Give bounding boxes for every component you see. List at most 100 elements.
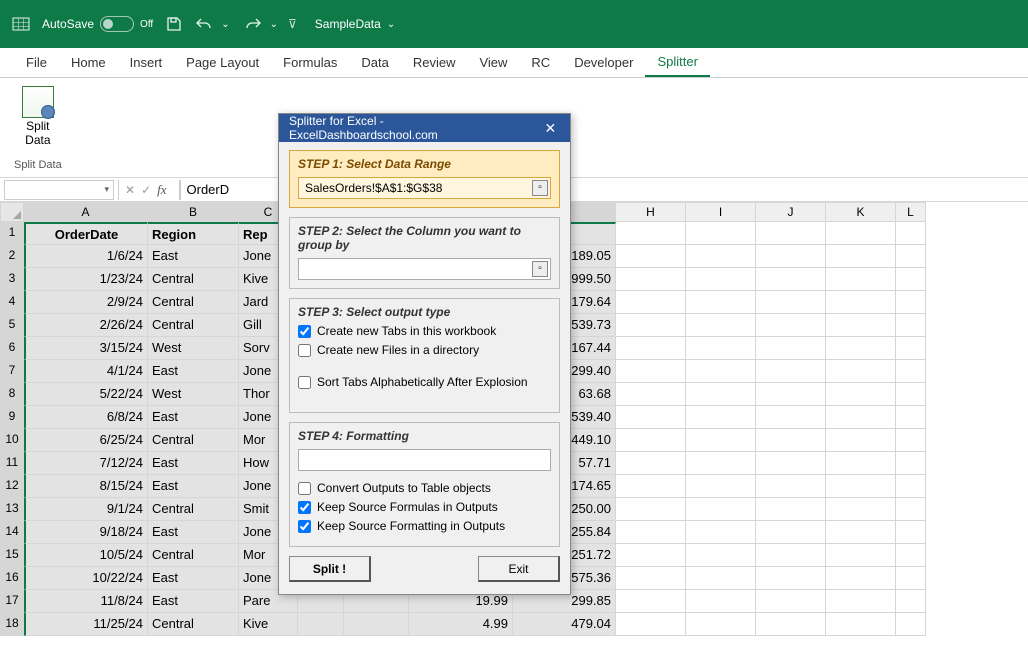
col-J[interactable]: J bbox=[756, 202, 826, 222]
cell[interactable] bbox=[616, 245, 686, 268]
cell[interactable]: 10/22/24 bbox=[24, 567, 148, 590]
cell[interactable]: 11/25/24 bbox=[24, 613, 148, 636]
undo-icon[interactable] bbox=[191, 11, 217, 37]
tab-developer[interactable]: Developer bbox=[562, 49, 645, 76]
close-button[interactable]: ✕ bbox=[531, 114, 570, 142]
cell[interactable] bbox=[826, 452, 896, 475]
tab-view[interactable]: View bbox=[467, 49, 519, 76]
tab-page-layout[interactable]: Page Layout bbox=[174, 49, 271, 76]
qat-overflow-icon[interactable]: ⊽ bbox=[288, 17, 297, 31]
select-all-corner[interactable] bbox=[0, 202, 24, 222]
cell[interactable] bbox=[616, 314, 686, 337]
cell[interactable] bbox=[616, 567, 686, 590]
cell[interactable]: OrderDate bbox=[24, 222, 148, 245]
cell[interactable] bbox=[826, 291, 896, 314]
cell[interactable] bbox=[826, 383, 896, 406]
cell[interactable] bbox=[686, 222, 756, 245]
cell[interactable] bbox=[616, 383, 686, 406]
cell[interactable] bbox=[756, 337, 826, 360]
split-data-button[interactable]: Split Data bbox=[18, 84, 58, 150]
data-range-input[interactable]: SalesOrders!$A$1:$G$38 ▫ bbox=[298, 177, 551, 199]
cell[interactable] bbox=[616, 590, 686, 613]
redo-icon[interactable] bbox=[240, 11, 266, 37]
formatting-input[interactable] bbox=[298, 449, 551, 471]
cell[interactable] bbox=[686, 452, 756, 475]
filename[interactable]: SampleData ⌄ bbox=[315, 17, 395, 31]
cell[interactable] bbox=[756, 452, 826, 475]
col-H[interactable]: H bbox=[616, 202, 686, 222]
row-header[interactable]: 10 bbox=[0, 429, 24, 452]
row-header[interactable]: 18 bbox=[0, 613, 24, 636]
chk-create-files[interactable]: Create new Files in a directory bbox=[298, 343, 551, 357]
cell[interactable] bbox=[896, 314, 926, 337]
tab-file[interactable]: File bbox=[14, 49, 59, 76]
cell[interactable]: Central bbox=[148, 498, 239, 521]
cell[interactable] bbox=[756, 268, 826, 291]
tab-insert[interactable]: Insert bbox=[118, 49, 175, 76]
cell[interactable]: East bbox=[148, 406, 239, 429]
cell[interactable] bbox=[826, 590, 896, 613]
cell[interactable] bbox=[686, 337, 756, 360]
cell[interactable] bbox=[826, 245, 896, 268]
cell[interactable] bbox=[616, 360, 686, 383]
split-button[interactable]: Split ! bbox=[289, 556, 371, 582]
cell[interactable] bbox=[896, 383, 926, 406]
cell[interactable] bbox=[826, 613, 896, 636]
cell[interactable] bbox=[756, 613, 826, 636]
cell[interactable] bbox=[826, 268, 896, 291]
cell[interactable]: 4.99 bbox=[409, 613, 513, 636]
cell[interactable] bbox=[616, 521, 686, 544]
tab-splitter[interactable]: Splitter bbox=[645, 48, 709, 77]
cell[interactable] bbox=[686, 406, 756, 429]
cell[interactable] bbox=[896, 245, 926, 268]
cell[interactable] bbox=[616, 337, 686, 360]
cell[interactable] bbox=[826, 406, 896, 429]
cell[interactable] bbox=[686, 498, 756, 521]
cell[interactable] bbox=[756, 498, 826, 521]
row-header[interactable]: 9 bbox=[0, 406, 24, 429]
row-header[interactable]: 8 bbox=[0, 383, 24, 406]
row-header[interactable]: 7 bbox=[0, 360, 24, 383]
row-header[interactable]: 5 bbox=[0, 314, 24, 337]
chk-create-tabs[interactable]: Create new Tabs in this workbook bbox=[298, 324, 551, 338]
col-A[interactable]: A bbox=[24, 202, 148, 222]
undo-caret-icon[interactable]: ⌄ bbox=[221, 19, 229, 30]
cell[interactable]: 10/5/24 bbox=[24, 544, 148, 567]
tab-review[interactable]: Review bbox=[401, 49, 468, 76]
cell[interactable] bbox=[686, 291, 756, 314]
cell[interactable] bbox=[756, 245, 826, 268]
cell[interactable]: Central bbox=[148, 291, 239, 314]
cell[interactable]: 5/22/24 bbox=[24, 383, 148, 406]
cell[interactable] bbox=[826, 544, 896, 567]
cell[interactable] bbox=[616, 475, 686, 498]
col-L[interactable]: L bbox=[896, 202, 926, 222]
cell[interactable] bbox=[686, 383, 756, 406]
row-header[interactable]: 4 bbox=[0, 291, 24, 314]
cell[interactable] bbox=[686, 429, 756, 452]
cell[interactable]: East bbox=[148, 521, 239, 544]
col-B[interactable]: B bbox=[148, 202, 239, 222]
cell[interactable] bbox=[896, 268, 926, 291]
cell[interactable]: East bbox=[148, 590, 239, 613]
row-header[interactable]: 13 bbox=[0, 498, 24, 521]
row-header[interactable]: 17 bbox=[0, 590, 24, 613]
row-header[interactable]: 14 bbox=[0, 521, 24, 544]
cell[interactable] bbox=[826, 314, 896, 337]
cell[interactable]: West bbox=[148, 383, 239, 406]
save-icon[interactable] bbox=[161, 11, 187, 37]
cell[interactable] bbox=[896, 613, 926, 636]
cell[interactable] bbox=[616, 498, 686, 521]
cell[interactable] bbox=[896, 521, 926, 544]
cell[interactable] bbox=[896, 222, 926, 245]
redo-caret-icon[interactable]: ⌄ bbox=[270, 19, 278, 30]
cell[interactable]: 9/18/24 bbox=[24, 521, 148, 544]
cell[interactable]: Region bbox=[148, 222, 239, 245]
cell[interactable] bbox=[616, 222, 686, 245]
row-header[interactable]: 1 bbox=[0, 222, 24, 245]
chk-keep-formulas[interactable]: Keep Source Formulas in Outputs bbox=[298, 500, 551, 514]
cell[interactable] bbox=[756, 567, 826, 590]
row-header[interactable]: 6 bbox=[0, 337, 24, 360]
cell[interactable] bbox=[896, 337, 926, 360]
cell[interactable] bbox=[344, 613, 409, 636]
cell[interactable] bbox=[896, 452, 926, 475]
